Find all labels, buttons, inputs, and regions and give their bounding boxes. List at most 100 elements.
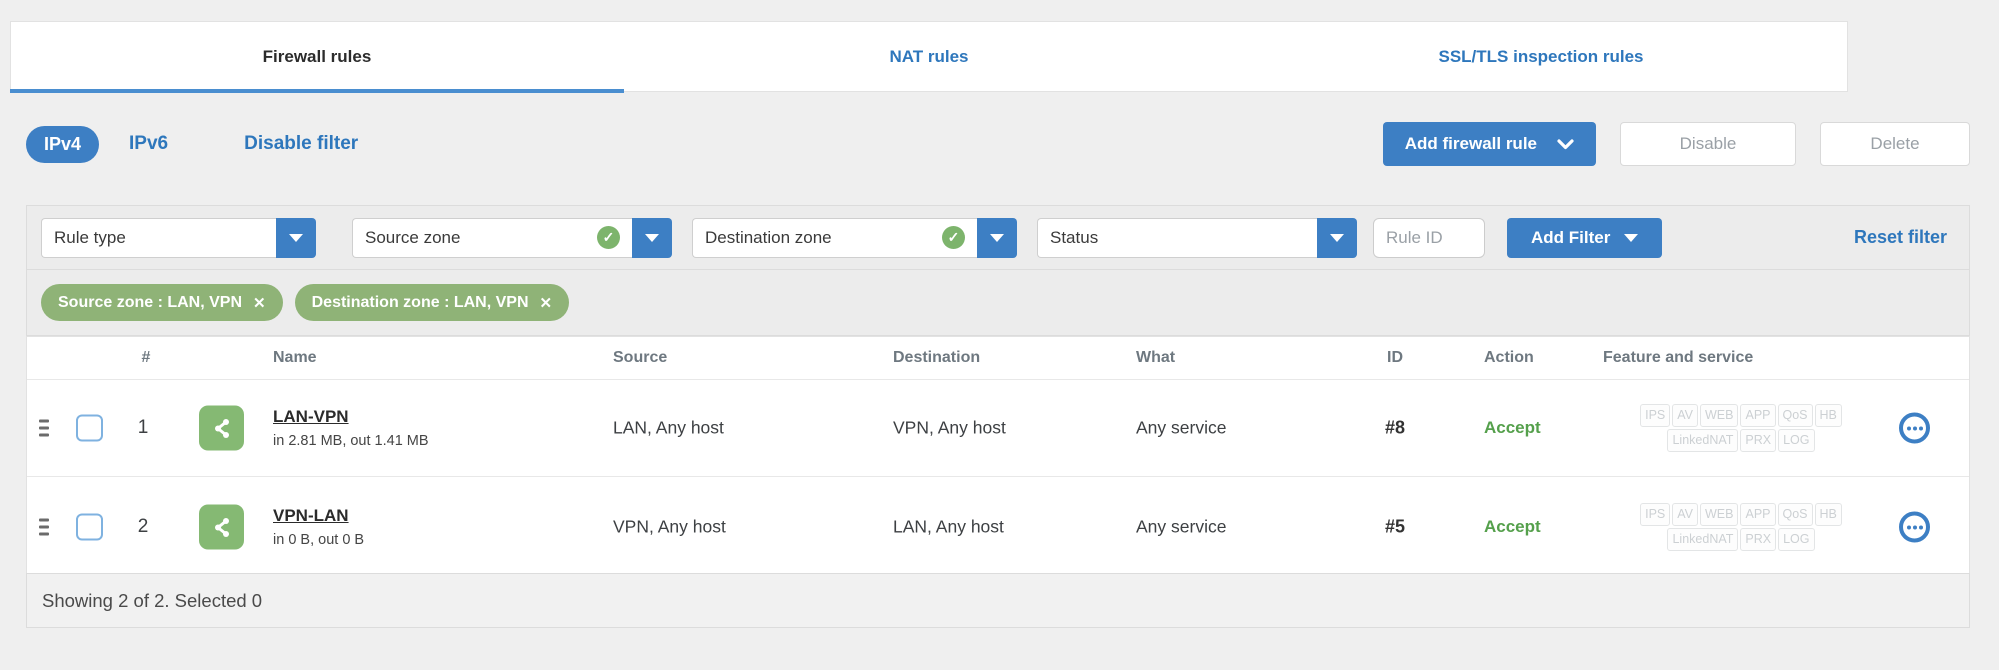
rule-name-link[interactable]: VPN-LAN [273, 506, 349, 526]
table-footer: Showing 2 of 2. Selected 0 [26, 573, 1970, 628]
header-number: # [141, 349, 151, 366]
status-dropdown[interactable]: Status [1037, 217, 1357, 258]
feature-badge: IPS [1640, 503, 1671, 526]
what-cell: Any service [1136, 516, 1227, 537]
caret-down-icon [990, 233, 1004, 242]
active-filter-chips: Source zone : LAN, VPN ✕ Destination zon… [27, 270, 1969, 335]
header-id: ID [1387, 349, 1403, 366]
rule-name-link[interactable]: LAN-VPN [273, 407, 349, 427]
feature-badge: WEB [1700, 503, 1739, 526]
reset-filter-link[interactable]: Reset filter [1854, 227, 1947, 248]
destination-zone-dropdown[interactable]: Destination zone ✓ [692, 217, 1017, 258]
caret-down-icon [645, 233, 659, 242]
rule-id-input[interactable] [1373, 217, 1485, 258]
rule-traffic: in 0 B, out 0 B [273, 532, 365, 548]
delete-button[interactable]: Delete [1820, 122, 1970, 166]
feature-badge: LOG [1778, 528, 1815, 551]
chip-label: Source zone : LAN, VPN [58, 293, 243, 311]
action-accept-label: Accept [1484, 418, 1541, 437]
feature-badges: IPS AV WEB APP QoS HB LinkedNAT PRX LOG [1613, 403, 1869, 453]
source-cell: VPN, Any host [613, 516, 726, 537]
action-accept-label: Accept [1484, 517, 1541, 536]
disable-button[interactable]: Disable [1620, 122, 1796, 166]
rule-type-share-icon [199, 405, 244, 451]
row-position: 2 [137, 516, 149, 537]
disable-filter-link[interactable]: Disable filter [244, 133, 358, 155]
feature-badge: QoS [1777, 503, 1813, 526]
header-name: Name [273, 349, 317, 366]
add-firewall-rule-button[interactable]: Add firewall rule [1382, 122, 1596, 166]
feature-badge: APP [1740, 503, 1776, 526]
header-feature-and-service: Feature and service [1603, 349, 1754, 366]
rule-name-cell: LAN-VPN in 2.81 MB, out 1.41 MB [273, 407, 429, 449]
destination-cell: LAN, Any host [893, 516, 1004, 537]
header-source: Source [613, 349, 668, 366]
chip-label: Destination zone : LAN, VPN [311, 293, 529, 311]
caret-down-icon [1330, 233, 1344, 242]
source-zone-field[interactable]: Source zone ✓ [352, 217, 632, 258]
firewall-rules-page: Firewall rules NAT rules SSL/TLS inspect… [0, 0, 1999, 670]
status-dropdown-button[interactable] [1317, 217, 1357, 258]
tab-firewall-rules[interactable]: Firewall rules [10, 22, 624, 93]
chip-close-icon[interactable]: ✕ [253, 294, 266, 312]
filter-row: Rule type Source zone ✓ Destination zone [27, 206, 1969, 270]
feature-badge: WEB [1700, 404, 1739, 427]
feature-badge: LinkedNAT [1667, 528, 1739, 551]
rule-id-cell: #5 [1384, 516, 1406, 537]
table-row: 2 VPN-LAN in 0 B, out 0 B VPN, Any host … [27, 476, 1969, 577]
source-zone-label: Source zone [365, 227, 461, 247]
drag-handle-icon[interactable] [39, 518, 49, 536]
feature-badge: HB [1814, 404, 1842, 427]
status-field[interactable]: Status [1037, 217, 1317, 258]
firewall-rules-table: # Name Source Destination What ID Action… [26, 336, 1970, 573]
row-menu-ellipsis-icon[interactable] [1899, 412, 1930, 444]
what-cell: Any service [1136, 417, 1227, 438]
tab-ssl-tls-inspection-rules[interactable]: SSL/TLS inspection rules [1235, 22, 1847, 91]
status-label: Status [1050, 227, 1099, 247]
rule-type-field[interactable]: Rule type [41, 217, 276, 258]
rule-type-label: Rule type [54, 227, 126, 247]
destination-cell: VPN, Any host [893, 417, 1006, 438]
feature-badge: PRX [1740, 528, 1777, 551]
rule-traffic: in 2.81 MB, out 1.41 MB [273, 433, 429, 449]
header-what: What [1136, 349, 1176, 366]
destination-zone-field[interactable]: Destination zone ✓ [692, 217, 977, 258]
destination-zone-dropdown-button[interactable] [977, 217, 1017, 258]
drag-handle-icon[interactable] [39, 419, 49, 437]
filter-applied-check-icon: ✓ [597, 226, 620, 249]
rule-type-dropdown-button[interactable] [276, 217, 316, 258]
source-zone-filter-chip[interactable]: Source zone : LAN, VPN ✕ [41, 284, 283, 321]
chip-close-icon[interactable]: ✕ [540, 294, 553, 312]
destination-zone-filter-chip[interactable]: Destination zone : LAN, VPN ✕ [294, 284, 570, 321]
add-firewall-rule-label: Add firewall rule [1404, 134, 1537, 153]
row-checkbox[interactable] [76, 414, 103, 442]
filter-applied-check-icon: ✓ [942, 226, 965, 249]
ipv6-toggle[interactable]: IPv6 [129, 133, 168, 155]
add-filter-label: Add Filter [1531, 227, 1611, 247]
feature-badges: IPS AV WEB APP QoS HB LinkedNAT PRX LOG [1613, 502, 1869, 552]
showing-summary: Showing 2 of 2. Selected 0 [42, 589, 263, 611]
caret-down-icon [1624, 233, 1639, 242]
feature-badge: APP [1740, 404, 1776, 427]
header-destination: Destination [893, 349, 981, 366]
add-filter-button[interactable]: Add Filter [1507, 217, 1663, 258]
feature-badge: HB [1814, 503, 1842, 526]
table-row: 1 LAN-VPN in 2.81 MB, out 1.41 MB LAN, A… [27, 380, 1969, 476]
table-header-row: # Name Source Destination What ID Action… [27, 337, 1969, 380]
destination-zone-label: Destination zone [705, 227, 832, 247]
tab-nat-rules[interactable]: NAT rules [623, 22, 1235, 91]
ipv4-toggle[interactable]: IPv4 [26, 125, 100, 163]
filter-panel: Rule type Source zone ✓ Destination zone [26, 205, 1970, 336]
feature-badge: AV [1672, 503, 1698, 526]
row-menu-ellipsis-icon[interactable] [1899, 511, 1930, 543]
source-zone-dropdown[interactable]: Source zone ✓ [352, 217, 672, 258]
feature-badge: IPS [1640, 404, 1671, 427]
feature-badge: PRX [1740, 429, 1777, 452]
feature-badge: AV [1672, 404, 1698, 427]
feature-badge: QoS [1777, 404, 1813, 427]
rule-id-cell: #8 [1384, 417, 1406, 438]
source-zone-dropdown-button[interactable] [632, 217, 672, 258]
rule-type-dropdown[interactable]: Rule type [41, 217, 316, 258]
row-checkbox[interactable] [76, 513, 103, 541]
row-position: 1 [137, 417, 149, 438]
